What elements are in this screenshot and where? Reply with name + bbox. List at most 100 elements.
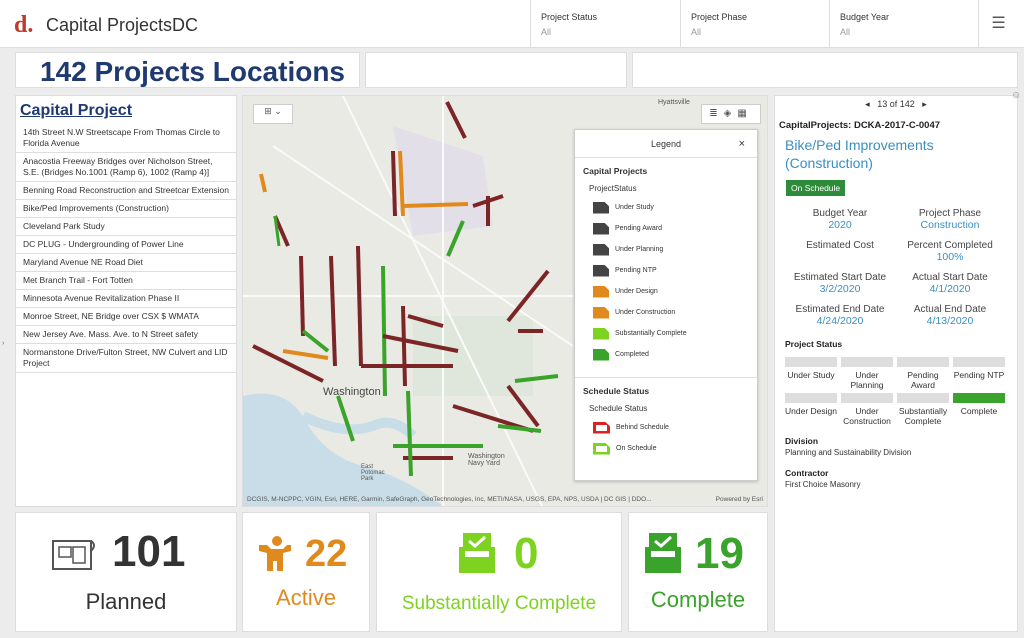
contractor-label: Contractor [785, 468, 829, 478]
list-item[interactable]: Benning Road Reconstruction and Streetca… [16, 182, 236, 200]
stat-planned: 101 Planned [15, 512, 237, 632]
map-toolbar: ≣◈▦ [701, 104, 761, 124]
field-key: Estimated End Date [795, 304, 885, 315]
list-item[interactable]: Anacostia Freeway Bridges over Nicholson… [16, 153, 236, 182]
map-label: Washington [323, 386, 381, 398]
project-line [301, 329, 330, 353]
project-line [356, 245, 363, 367]
field-actual-start: Actual Start Date 4/1/2020 [895, 272, 1005, 295]
list-item[interactable]: Monroe Street, NE Bridge over CSX $ WMAT… [16, 308, 236, 326]
worker-icon [259, 536, 291, 571]
field-value: 4/24/2020 [816, 315, 864, 327]
list-title: Capital Project [20, 102, 133, 119]
region-shape [413, 316, 533, 396]
menu-icon[interactable]: ☰ [978, 0, 1018, 47]
project-line [401, 305, 407, 387]
legend-icon[interactable]: ≣ [709, 108, 723, 119]
status-bar [953, 393, 1005, 403]
legend-title: Legend [650, 139, 682, 149]
app-title: Capital ProjectsDC [46, 15, 199, 35]
project-line [406, 390, 413, 477]
filter-label: Budget Year [840, 12, 890, 22]
legend-item: Pending NTP [575, 260, 757, 281]
filter-budget-year[interactable]: Budget Year All [829, 0, 979, 47]
field-key: Estimated Cost [806, 240, 874, 251]
status-step: Under Planning [841, 357, 893, 390]
project-name: Bike/Ped Improvements (Construction) [785, 137, 934, 171]
field-project-phase: Project Phase Construction [895, 208, 1005, 231]
list-item[interactable]: New Jersey Ave. Mass. Ave. to N Street s… [16, 326, 236, 344]
legend-item-label: Pending NTP [615, 267, 657, 274]
legend-item: Under Planning [575, 239, 757, 260]
top-bar: d. Capital ProjectsDC Project Status All… [0, 0, 1024, 48]
pager-text: 13 of 142 [877, 99, 915, 109]
list-item[interactable]: Maryland Avenue NE Road Diet [16, 254, 236, 272]
project-line [329, 255, 337, 367]
filter-value: All [541, 27, 552, 37]
legend-item: Completed [575, 344, 757, 365]
esri-credit[interactable]: Powered by Esri [716, 496, 763, 503]
status-step-active: Complete [953, 393, 1005, 416]
project-list-panel: Capital Project 14th Street N.W Streetsc… [15, 95, 237, 507]
basemap-toggle[interactable]: ⊞ ⌄ [253, 104, 293, 124]
list-item[interactable]: 14th Street N.W Streetscape From Thomas … [16, 124, 236, 153]
map-view[interactable]: Washington Hyattsville Washington Navy Y… [242, 95, 768, 507]
filter-value: All [691, 27, 702, 37]
next-icon[interactable]: ▸ [922, 99, 927, 109]
field-percent-completed: Percent Completed 100% [895, 240, 1005, 263]
grid-icon[interactable]: ▦ [737, 108, 752, 119]
swatch-icon [593, 421, 610, 434]
legend-item-label: Under Study [615, 204, 654, 211]
swatch-icon [593, 306, 609, 319]
filter-project-phase[interactable]: Project Phase All [680, 0, 830, 47]
legend-item: Under Design [575, 281, 757, 302]
status-step-label: Substantially Complete [898, 406, 948, 426]
filter-project-status[interactable]: Project Status All [530, 0, 680, 47]
list-item[interactable]: Normanstone Drive/Fulton Street, NW Culv… [16, 344, 236, 373]
list-item[interactable]: Minnesota Avenue Revitalization Phase II [16, 290, 236, 308]
list-item[interactable]: Met Branch Trail - Fort Totten [16, 272, 236, 290]
legend-items: Behind Schedule On Schedule [575, 413, 757, 459]
legend-item-label: Completed [615, 351, 649, 358]
close-icon[interactable]: × [739, 130, 745, 158]
legend-item-label: Under Planning [615, 246, 664, 253]
project-list: 14th Street N.W Streetscape From Thomas … [16, 124, 236, 373]
status-bar [785, 393, 837, 403]
division-value: Planning and Sustainability Division [785, 448, 912, 457]
legend-item-label: Substantially Complete [615, 330, 687, 337]
status-step-label: Pending Award [907, 370, 939, 390]
status-step: Pending NTP [953, 357, 1005, 380]
map-label: Hyattsville [658, 99, 690, 106]
prev-icon[interactable]: ◂ [865, 99, 870, 109]
settings-icon[interactable]: ☺ [1011, 90, 1021, 101]
pager: ◂ 13 of 142 ▸ [775, 99, 1017, 110]
field-key: Percent Completed [907, 240, 993, 251]
legend-item: Under Construction [575, 302, 757, 323]
contractor-value: First Choice Masonry [785, 480, 861, 489]
list-item[interactable]: DC PLUG - Undergrounding of Power Line [16, 236, 236, 254]
field-budget-year: Budget Year 2020 [785, 208, 895, 231]
list-item[interactable]: Bike/Ped Improvements (Construction) [16, 200, 236, 218]
layers-icon[interactable]: ◈ [724, 108, 738, 119]
stat-value: 101 [112, 527, 186, 576]
map-attribution: DCGIS, M-NCPPC, VGIN, Esri, HERE, Garmin… [247, 496, 652, 503]
swatch-icon [593, 201, 609, 214]
status-step-label: Under Design [785, 406, 837, 416]
legend-section-title: Capital Projects [583, 166, 648, 176]
swatch-icon [593, 264, 609, 277]
legend-item: On Schedule [575, 438, 757, 459]
empty-panel [365, 52, 627, 88]
field-value: 3/2/2020 [819, 283, 861, 295]
filter-value: All [840, 27, 851, 37]
project-line [299, 255, 305, 337]
expand-arrow-icon[interactable]: › [2, 340, 4, 347]
legend-item-label: Pending Award [615, 225, 662, 232]
filter-label: Project Phase [691, 12, 748, 22]
list-item[interactable]: Cleveland Park Study [16, 218, 236, 236]
legend-header: Legend × [575, 130, 757, 158]
stat-label: Substantially Complete [401, 593, 597, 614]
legend-item-label: Behind Schedule [616, 424, 669, 431]
stat-label: Complete [650, 587, 746, 612]
legend-item-label: On Schedule [616, 445, 657, 452]
map-label: Washington Navy Yard [468, 453, 505, 467]
